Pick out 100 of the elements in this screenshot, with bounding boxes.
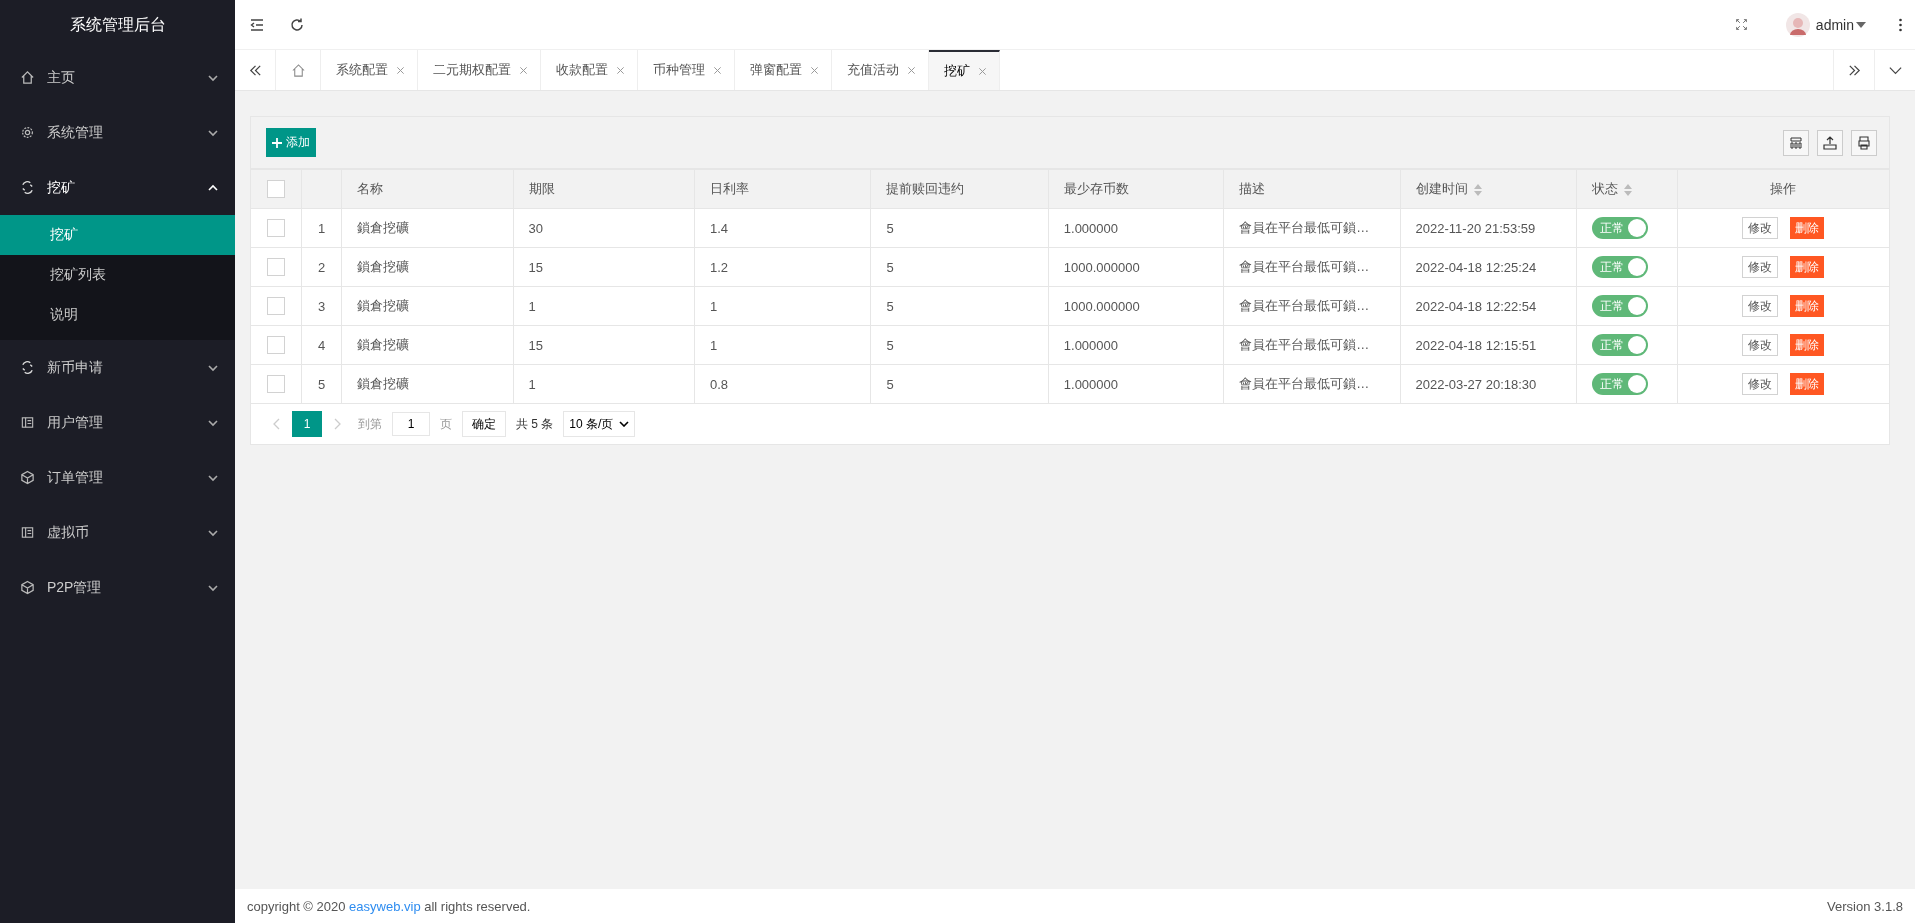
goto-label: 到第 [358,415,382,433]
tab[interactable]: 收款配置 [541,50,638,90]
table-cell: 2022-04-18 12:15:51 [1415,337,1537,353]
nav-item[interactable]: 系统管理 [0,105,235,160]
close-icon[interactable] [907,65,916,75]
table-cell: 0.8 [710,376,729,392]
edit-button[interactable]: 修改 [1742,295,1779,317]
table-cell: 會員在平台最低可鎖… [1239,259,1370,274]
table-cell: 2022-03-27 20:18:30 [1415,376,1537,392]
table-cell: 鎖倉挖礦 [357,376,410,391]
table-cell: 1000.000000 [1063,259,1140,275]
app-title: 系统管理后台 [68,14,167,35]
nav-item[interactable]: 主页 [0,50,235,105]
table-cell: 會員在平台最低可鎖… [1239,376,1370,391]
table-cell: 30 [528,220,544,236]
nav-item[interactable]: 新币申请 [0,340,235,395]
edit-button[interactable]: 修改 [1742,217,1779,239]
table-cell: 1.4 [710,220,729,236]
row-checkbox[interactable] [266,258,285,276]
export-button[interactable] [1817,129,1843,156]
tab[interactable]: 币种管理 [638,50,735,90]
nav-item[interactable]: 挖矿 [0,160,235,215]
row-checkbox[interactable] [266,375,285,393]
print-button[interactable] [1851,129,1877,156]
table-cell: 1 [528,376,536,392]
columns-icon [1788,134,1804,151]
refresh-icon[interactable] [289,16,305,33]
tab[interactable]: 挖矿 [929,50,1000,90]
row-checkbox[interactable] [266,297,285,315]
home-icon [290,62,306,78]
nav-item[interactable]: 订单管理 [0,450,235,505]
caret-icon[interactable] [1856,21,1866,28]
edit-button[interactable]: 修改 [1742,373,1779,395]
chevron-down-icon [619,421,630,427]
close-icon[interactable] [396,65,405,75]
table-cell: 5 [886,259,894,275]
tab[interactable]: 二元期权配置 [418,50,541,90]
more-icon[interactable] [1898,16,1903,33]
close-icon[interactable] [713,65,722,75]
table-cell: 15 [528,337,544,353]
add-button[interactable]: 添加 [266,128,316,157]
table-cell: 1 [528,298,536,314]
edit-button[interactable]: 修改 [1742,334,1779,356]
nav-subitem[interactable]: 挖矿 [0,215,235,255]
row-number: 1 [317,220,326,236]
nav-subitem[interactable]: 挖矿列表 [0,255,235,295]
tab[interactable]: 系统配置 [321,50,418,90]
gear-icon [20,125,35,140]
table-cell: 2022-04-18 12:22:54 [1415,298,1537,314]
column-header: 最少存币数 [1063,181,1129,196]
nav-subitem[interactable]: 说明 [0,295,235,335]
menu-icon[interactable] [249,16,265,33]
table-cell: 2022-11-20 21:53:59 [1415,220,1536,236]
column-header: 描述 [1239,181,1266,196]
row-number: 3 [317,298,326,314]
column-header: 操作 [1770,181,1797,196]
tab[interactable]: 弹窗配置 [735,50,832,90]
fullscreen-icon[interactable] [1734,18,1748,31]
total-count: 共 5 条 [516,415,554,433]
column-header: 提前赎回违约 [886,181,965,196]
sort-icon[interactable] [1473,183,1482,196]
columns-button[interactable] [1783,129,1809,156]
close-icon[interactable] [616,65,625,75]
table-cell: 鎖倉挖礦 [357,337,410,352]
cube-icon [20,470,35,485]
column-header: 名称 [357,181,384,196]
print-icon [1856,134,1872,151]
confirm-button[interactable]: 确定 [462,411,506,437]
edit-button[interactable]: 修改 [1742,256,1779,278]
nav-item[interactable]: P2P管理 [0,560,235,615]
site-link[interactable]: easyweb.vip [349,898,421,914]
table-cell: 鎖倉挖礦 [357,220,410,235]
table-cell: 會員在平台最低可鎖… [1239,220,1370,235]
plus-icon [272,137,282,148]
table-cell: 鎖倉挖礦 [357,259,410,274]
close-icon[interactable] [810,65,819,75]
table-cell: 5 [886,376,894,392]
column-header: 状态 [1591,181,1618,196]
page-size-select[interactable]: 10 条/页 [563,411,636,437]
page-input[interactable]: 1 [392,412,430,436]
nav-item[interactable]: 虚拟币 [0,505,235,560]
avatar-icon[interactable] [1785,12,1810,37]
row-checkbox[interactable] [266,219,285,237]
page-button[interactable]: 1 [292,411,322,437]
nav-item[interactable]: 用户管理 [0,395,235,450]
row-checkbox[interactable] [266,336,285,354]
table-cell: 2022-04-18 12:25:24 [1415,259,1537,275]
sort-icon[interactable] [1623,183,1632,196]
table-cell: 1 [710,337,718,353]
row-number: 4 [317,337,326,353]
table-cell: 1.000000 [1063,220,1119,236]
close-icon[interactable] [978,66,987,76]
row-number: 5 [317,376,326,392]
select-all-checkbox[interactable] [266,180,285,198]
table-cell: 1.000000 [1063,337,1119,353]
close-icon[interactable] [519,65,528,75]
table-cell: 1 [710,298,718,314]
table-cell: 5 [886,220,894,236]
table-cell: 15 [528,259,544,275]
username[interactable]: admin [1815,16,1854,33]
